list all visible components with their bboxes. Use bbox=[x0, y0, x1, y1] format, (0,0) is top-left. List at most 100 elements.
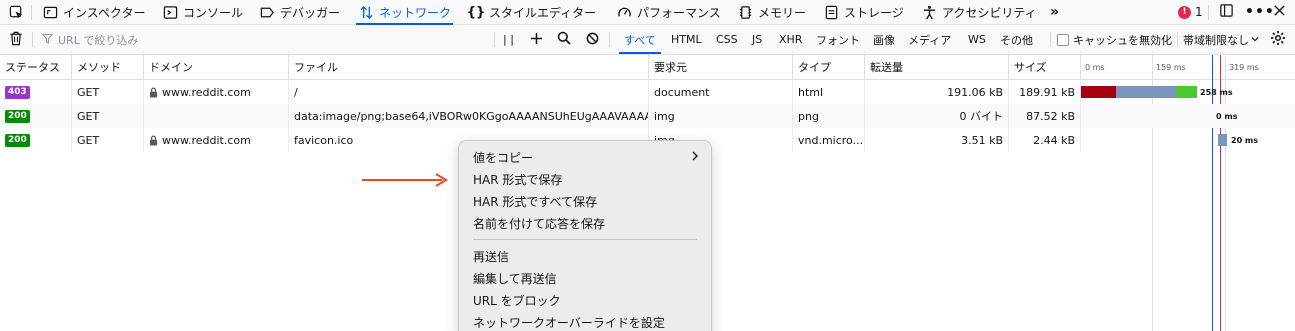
column-initiator[interactable]: 要求元 bbox=[649, 55, 793, 79]
block-requests-button[interactable] bbox=[586, 25, 599, 54]
tab-style-editor[interactable]: {} スタイルエディター bbox=[466, 0, 597, 24]
more-tabs-button[interactable]: » bbox=[1050, 0, 1059, 24]
filter-ws[interactable]: WS bbox=[963, 29, 991, 50]
url-filter-placeholder: URL で絞り込み bbox=[58, 33, 139, 47]
tab-console-label: コンソール bbox=[183, 5, 244, 20]
add-request-button[interactable] bbox=[530, 25, 543, 54]
filter-xhr[interactable]: XHR bbox=[774, 29, 807, 50]
waterfall-timing: 0 ms bbox=[1216, 111, 1238, 121]
transferred-cell: 3.51 kB bbox=[865, 128, 1009, 152]
url-filter-input[interactable]: URL で絞り込み bbox=[41, 25, 492, 54]
filter-all[interactable]: すべて bbox=[619, 29, 661, 54]
tab-memory[interactable]: メモリー bbox=[737, 0, 806, 24]
style-editor-icon: {} bbox=[466, 4, 486, 20]
waterfall-timing: 258 ms bbox=[1200, 87, 1233, 97]
chevron-double-right-icon: » bbox=[1050, 4, 1060, 20]
request-table-header: ステータス メソッド ドメイン ファイル 要求元 タイプ 転送量 サイズ 0 m… bbox=[0, 55, 1295, 80]
column-method[interactable]: メソッド bbox=[72, 55, 144, 79]
tab-debugger[interactable]: デバッガー bbox=[259, 0, 340, 24]
column-transferred[interactable]: 転送量 bbox=[865, 55, 1009, 79]
tab-network-label: ネットワーク bbox=[379, 5, 452, 20]
dock-button[interactable] bbox=[1219, 0, 1234, 24]
tab-accessibility[interactable]: アクセシビリティ bbox=[921, 0, 1037, 24]
menu-item-copy-value[interactable]: 値をコピー bbox=[473, 147, 699, 167]
column-status[interactable]: ステータス bbox=[0, 55, 72, 79]
transferred-cell: 191.06 kB bbox=[865, 80, 1009, 104]
menu-item-edit-resend[interactable]: 編集して再送信 bbox=[473, 268, 557, 288]
filter-js[interactable]: JS bbox=[747, 29, 767, 50]
menu-item-network-override[interactable]: ネットワークオーバーライドを設定 bbox=[473, 312, 665, 331]
toolbar-separator bbox=[1177, 32, 1178, 47]
tab-style-editor-label: スタイルエディター bbox=[489, 5, 597, 20]
tab-storage[interactable]: ストレージ bbox=[823, 0, 904, 24]
menu-item-copy-value-label: 値をコピー bbox=[473, 150, 534, 165]
waterfall-bar-waiting bbox=[1116, 86, 1176, 98]
column-size[interactable]: サイズ bbox=[1009, 55, 1081, 79]
clear-button[interactable] bbox=[9, 25, 23, 54]
search-button[interactable] bbox=[557, 25, 571, 54]
menu-separator bbox=[473, 239, 697, 240]
tab-inspector[interactable]: インスペクター bbox=[42, 0, 145, 24]
filter-fonts[interactable]: フォント bbox=[811, 29, 865, 50]
gear-icon bbox=[1270, 30, 1286, 49]
menu-item-block-url[interactable]: URL をブロック bbox=[473, 290, 561, 310]
error-icon: ! bbox=[1178, 5, 1191, 19]
chevron-down-icon bbox=[1251, 33, 1259, 46]
filter-icon bbox=[41, 33, 54, 47]
status-badge: 200 bbox=[5, 109, 30, 123]
tab-console[interactable]: コンソール bbox=[162, 0, 243, 24]
menu-item-resend[interactable]: 再送信 bbox=[473, 246, 509, 266]
type-cell: png bbox=[793, 104, 865, 128]
tab-inspector-label: インスペクター bbox=[63, 5, 146, 20]
column-domain[interactable]: ドメイン bbox=[144, 55, 289, 79]
tab-network[interactable]: ネットワーク bbox=[355, 0, 454, 25]
pause-button[interactable]: | | bbox=[503, 25, 514, 54]
element-picker-button[interactable] bbox=[8, 0, 24, 24]
checkbox-box[interactable] bbox=[1057, 33, 1069, 46]
menu-item-save-har[interactable]: HAR 形式で保存 bbox=[473, 169, 562, 189]
initiator-cell: document bbox=[649, 80, 793, 104]
menu-item-save-response-as[interactable]: 名前を付けて応答を保存 bbox=[473, 213, 605, 233]
filter-html[interactable]: HTML bbox=[666, 29, 707, 50]
filter-css[interactable]: CSS bbox=[711, 29, 743, 50]
column-file[interactable]: ファイル bbox=[289, 55, 649, 79]
type-cell: html bbox=[793, 80, 865, 104]
table-row[interactable]: 403 GET www.reddit.com / document html 1… bbox=[0, 80, 1295, 104]
filter-other[interactable]: その他 bbox=[995, 29, 1038, 50]
throttling-select[interactable]: 帯域制限なし bbox=[1183, 25, 1259, 54]
domain-text: www.reddit.com bbox=[162, 133, 251, 147]
context-menu: 値をコピー HAR 形式で保存 HAR 形式ですべて保存 名前を付けて応答を保存… bbox=[458, 140, 712, 331]
console-icon bbox=[162, 4, 178, 20]
filter-media[interactable]: メディア bbox=[903, 29, 956, 50]
error-count: 1 bbox=[1195, 5, 1203, 19]
network-settings-button[interactable] bbox=[1270, 25, 1286, 54]
method-cell: GET bbox=[72, 104, 144, 128]
table-row[interactable]: 200 GET data:image/png;base64,iVBORw0KGg… bbox=[0, 104, 1295, 128]
accessibility-icon bbox=[921, 4, 937, 20]
memory-icon bbox=[737, 4, 753, 20]
status-cell: 403 bbox=[0, 80, 72, 104]
status-badge: 200 bbox=[5, 133, 30, 147]
domain-cell bbox=[144, 104, 289, 128]
tab-debugger-label: デバッガー bbox=[280, 5, 341, 20]
waterfall-bar-blocked bbox=[1081, 86, 1116, 98]
waterfall-bar-waiting bbox=[1218, 134, 1227, 146]
tab-performance[interactable]: パフォーマンス bbox=[616, 0, 721, 24]
disable-cache-checkbox[interactable]: キャッシュを無効化 bbox=[1057, 25, 1172, 54]
block-icon bbox=[586, 32, 599, 48]
column-type[interactable]: タイプ bbox=[793, 55, 865, 79]
toolbar-separator bbox=[494, 32, 495, 47]
filter-images[interactable]: 画像 bbox=[868, 29, 900, 50]
menu-item-save-all-har[interactable]: HAR 形式ですべて保存 bbox=[473, 191, 597, 211]
options-button[interactable]: ••• bbox=[1245, 0, 1275, 24]
annotation-arrow-icon bbox=[362, 173, 448, 187]
file-cell: / bbox=[289, 80, 649, 104]
network-icon bbox=[358, 4, 374, 20]
tab-memory-label: メモリー bbox=[758, 5, 807, 20]
element-picker-icon bbox=[8, 4, 24, 20]
status-badge: 403 bbox=[5, 85, 30, 99]
tab-storage-label: ストレージ bbox=[844, 5, 904, 20]
trash-icon bbox=[9, 31, 23, 49]
error-count-badge[interactable]: ! 1 bbox=[1178, 0, 1203, 24]
close-devtools-button[interactable] bbox=[1273, 0, 1286, 24]
